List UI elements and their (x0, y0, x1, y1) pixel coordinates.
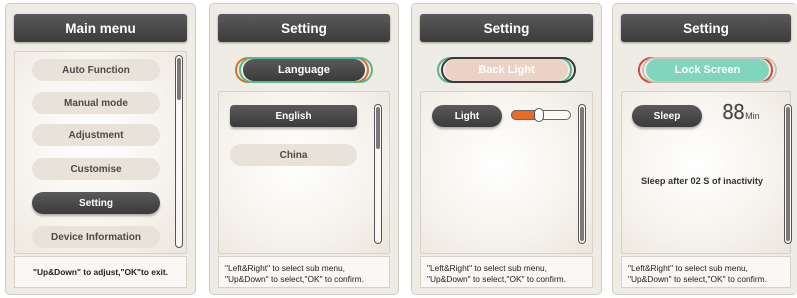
lockscreen-scrollbar[interactable] (784, 104, 792, 244)
language-tab[interactable]: Language (235, 57, 373, 83)
menu-item-device-information[interactable]: Device Information (32, 226, 160, 248)
main-menu-scrollbar[interactable] (175, 55, 183, 248)
lockscreen-options: Sleep 88Min Sleep after 02 S of inactivi… (621, 91, 792, 254)
backlight-hint-line2: "Up&Down" to select,"OK" to confirm. (427, 274, 566, 284)
backlight-tab[interactable]: Back Light (437, 57, 576, 83)
sleep-time-unit: Min (745, 111, 760, 121)
menu-item-adjustment[interactable]: Adjustment (32, 124, 160, 146)
backlight-scroll-thumb[interactable] (580, 107, 584, 241)
main-menu-scroll-thumb[interactable] (177, 58, 181, 100)
lockscreen-settings-title: Setting (621, 14, 791, 42)
language-option-china[interactable]: China (230, 144, 357, 166)
backlight-settings-panel: Setting Back Light Light "Left&Right" to… (411, 3, 602, 295)
backlight-hint-line1: "Left&Right" to select sub menu, (427, 263, 548, 273)
main-menu-panel: Main menu Auto Function Manual mode Adju… (5, 3, 196, 295)
language-hint-line1: "Left&Right" to select sub menu, (225, 263, 346, 273)
language-scroll-thumb[interactable] (376, 107, 380, 149)
menu-item-manual-mode[interactable]: Manual mode (32, 92, 160, 114)
light-option[interactable]: Light (432, 105, 502, 127)
main-menu-list: Auto Function Manual mode Adjustment Cus… (14, 51, 187, 254)
backlight-scrollbar[interactable] (578, 104, 586, 244)
language-options: English China (218, 91, 390, 254)
sleep-time-display: 88Min (722, 100, 760, 124)
sleep-option[interactable]: Sleep (632, 105, 702, 127)
lockscreen-tab-label: Lock Screen (646, 59, 769, 81)
lockscreen-hint: "Left&Right" to select sub menu, "Up&Dow… (621, 256, 791, 288)
menu-item-customise[interactable]: Customise (32, 158, 160, 180)
light-slider[interactable] (511, 108, 571, 122)
language-option-english[interactable]: English (230, 105, 357, 127)
lockscreen-tab[interactable]: Lock Screen (638, 57, 777, 83)
language-hint: "Left&Right" to select sub menu, "Up&Dow… (218, 256, 390, 288)
language-settings-title: Setting (218, 14, 390, 42)
language-scrollbar[interactable] (374, 104, 382, 244)
lockscreen-hint-line1: "Left&Right" to select sub menu, (628, 263, 749, 273)
main-menu-hint: "Up&Down" to adjust,"OK"to exit. (14, 256, 187, 288)
light-slider-knob[interactable] (534, 108, 544, 122)
sleep-time-value: 88 (722, 100, 745, 124)
language-hint-line2: "Up&Down" to select,"OK" to confirm. (225, 274, 364, 284)
main-menu-title: Main menu (14, 14, 187, 42)
lockscreen-hint-line2: "Up&Down" to select,"OK" to confirm. (628, 274, 767, 284)
backlight-hint: "Left&Right" to select sub menu, "Up&Dow… (420, 256, 593, 288)
backlight-options: Light (420, 91, 593, 254)
backlight-tab-label: Back Light (445, 59, 568, 81)
backlight-settings-title: Setting (420, 14, 593, 42)
language-settings-panel: Setting Language English China "Left&Rig… (209, 3, 399, 295)
menu-item-setting[interactable]: Setting (32, 192, 160, 214)
language-tab-label: Language (243, 59, 365, 81)
lockscreen-settings-panel: Setting Lock Screen Sleep 88Min Sleep af… (612, 3, 797, 295)
lockscreen-scroll-thumb[interactable] (786, 107, 790, 241)
sleep-message: Sleep after 02 S of inactivity (640, 176, 764, 186)
menu-item-auto-function[interactable]: Auto Function (32, 59, 160, 81)
